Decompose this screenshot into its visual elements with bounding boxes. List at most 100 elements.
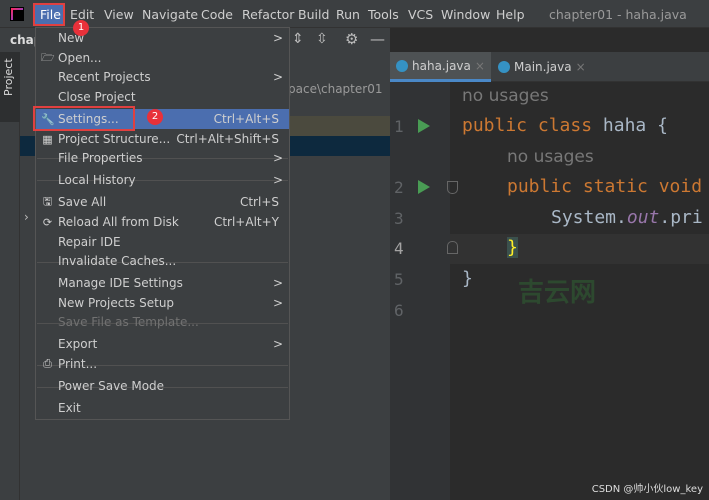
menu-item-file-properties[interactable]: File Properties >: [36, 148, 289, 168]
editor-gutter: [390, 82, 450, 500]
current-line-highlight: [450, 234, 709, 264]
tree-expand-icon[interactable]: ›: [24, 210, 29, 224]
menu-item-label: Save All: [58, 195, 106, 209]
menu-navigate[interactable]: Navigate: [142, 7, 198, 22]
run-icon[interactable]: [418, 180, 430, 194]
menu-file[interactable]: File: [40, 7, 61, 22]
menu-item-label: Print...: [58, 357, 97, 371]
submenu-arrow-icon: >: [273, 31, 283, 45]
menu-item-project-structure[interactable]: ▦ Project Structure... Ctrl+Alt+Shift+S: [36, 129, 289, 149]
menu-item-open[interactable]: 🗁 Open...: [36, 48, 289, 68]
folder-icon: 🗁: [41, 49, 54, 68]
menu-item-label: Invalidate Caches...: [58, 254, 176, 268]
submenu-arrow-icon: >: [273, 296, 283, 310]
menu-item-export[interactable]: Export >: [36, 334, 289, 354]
menu-item-repair-ide[interactable]: Repair IDE: [36, 232, 289, 252]
menu-item-manage-ide-settings[interactable]: Manage IDE Settings >: [36, 273, 289, 293]
line-number: 2: [394, 178, 408, 197]
menu-refactor[interactable]: Refactor: [242, 7, 294, 22]
menu-code[interactable]: Code: [201, 7, 233, 22]
menu-item-exit[interactable]: Exit: [36, 398, 289, 418]
tree-row-highlight[interactable]: [290, 116, 390, 136]
menu-item-save-all[interactable]: 🖫 Save All Ctrl+S: [36, 192, 289, 212]
shortcut-label: Ctrl+Alt+Y: [214, 215, 279, 229]
menu-item-label: Repair IDE: [58, 235, 121, 249]
menu-item-reload-all-from-disk[interactable]: ⟳ Reload All from Disk Ctrl+Alt+Y: [36, 212, 289, 232]
shortcut-label: Ctrl+S: [240, 195, 279, 209]
tab-label: Main.java: [514, 60, 572, 74]
menu-item-label: Export: [58, 337, 97, 351]
menu-tools[interactable]: Tools: [368, 7, 399, 22]
tab-haha-java[interactable]: haha.java ×: [390, 52, 491, 82]
tab-label: haha.java: [412, 59, 471, 73]
menu-item-new-projects-setup[interactable]: New Projects Setup >: [36, 293, 289, 313]
submenu-arrow-icon: >: [273, 151, 283, 165]
menu-item-local-history[interactable]: Local History >: [36, 170, 289, 190]
menu-item-label: Project Structure...: [58, 132, 170, 146]
project-path: pace\chapter01: [288, 82, 382, 96]
menu-item-print[interactable]: ⎙ Print...: [36, 354, 289, 374]
run-icon[interactable]: [418, 119, 430, 133]
window-title: chapter01 - haha.java: [549, 7, 687, 22]
code-text: .pri: [659, 207, 702, 228]
close-icon[interactable]: ×: [475, 59, 485, 73]
file-menu-dropdown: New>🗁Open...Recent Projects>Close Projec…: [35, 27, 290, 420]
line-number: 6: [394, 301, 408, 320]
submenu-arrow-icon: >: [273, 70, 283, 84]
menu-item-label: Recent Projects: [58, 70, 151, 84]
menu-item-label: Local History: [58, 173, 136, 187]
code-line-4: }: [507, 237, 518, 258]
reload-icon: ⟳: [41, 216, 54, 229]
usages-hint[interactable]: no usages: [462, 86, 549, 106]
menu-item-close-project[interactable]: Close Project: [36, 87, 289, 107]
menu-run[interactable]: Run: [336, 7, 360, 22]
settings-highlight-box: [33, 106, 135, 131]
menu-item-label: File Properties: [58, 151, 143, 165]
collapse-all-icon[interactable]: ⇳: [316, 31, 328, 47]
menu-item-label: Power Save Mode: [58, 379, 164, 393]
menu-item-label: Close Project: [58, 90, 136, 104]
submenu-arrow-icon: >: [273, 173, 283, 187]
shortcut-label: Ctrl+Alt+S: [214, 112, 279, 126]
field: out: [627, 207, 660, 228]
class-icon: [498, 61, 510, 73]
save-icon: 🖫: [41, 193, 54, 212]
expand-all-icon[interactable]: ⇕: [292, 31, 304, 47]
menu-build[interactable]: Build: [298, 7, 329, 22]
gear-icon[interactable]: ⚙: [345, 30, 358, 48]
editor-tabs: haha.java × Main.java ×: [390, 52, 709, 82]
close-icon[interactable]: ×: [576, 60, 586, 74]
menu-vcs[interactable]: VCS: [408, 7, 433, 22]
project-structure-icon: ▦: [41, 133, 54, 146]
menu-item-label: New Projects Setup: [58, 296, 174, 310]
usages-hint[interactable]: no usages: [507, 147, 594, 167]
keyword: public class: [462, 115, 603, 136]
line-number: 3: [394, 209, 408, 228]
submenu-arrow-icon: >: [273, 337, 283, 351]
menu-help[interactable]: Help: [496, 7, 525, 22]
menu-item-save-file-as-template[interactable]: Save File as Template...: [36, 312, 289, 332]
menu-view[interactable]: View: [104, 7, 134, 22]
fold-icon[interactable]: [447, 181, 458, 194]
menu-item-label: Manage IDE Settings: [58, 276, 183, 290]
menu-item-label: Open...: [58, 51, 102, 65]
watermark: 吉云网: [518, 272, 596, 309]
menu-window[interactable]: Window: [441, 7, 490, 22]
print-icon: ⎙: [41, 357, 54, 371]
line-number: 4: [394, 239, 408, 258]
code-line-3: System.out.pri: [551, 207, 703, 228]
project-tool-button[interactable]: Project: [0, 52, 20, 122]
menu-bar: File Edit View Navigate Code Refactor Bu…: [0, 0, 709, 28]
menu-item-label: Reload All from Disk: [58, 215, 179, 229]
class-icon: [396, 60, 408, 72]
tab-main-java[interactable]: Main.java ×: [492, 52, 592, 82]
menu-item-invalidate-caches[interactable]: Invalidate Caches...: [36, 251, 289, 271]
menu-item-recent-projects[interactable]: Recent Projects >: [36, 67, 289, 87]
submenu-arrow-icon: >: [273, 276, 283, 290]
fold-icon[interactable]: [447, 241, 458, 254]
step-badge-1: 1: [73, 20, 89, 36]
menu-item-power-save-mode[interactable]: Power Save Mode: [36, 376, 289, 396]
code-line-2: public static void: [507, 176, 702, 197]
minimize-icon[interactable]: —: [370, 30, 385, 48]
shortcut-label: Ctrl+Alt+Shift+S: [176, 132, 279, 146]
